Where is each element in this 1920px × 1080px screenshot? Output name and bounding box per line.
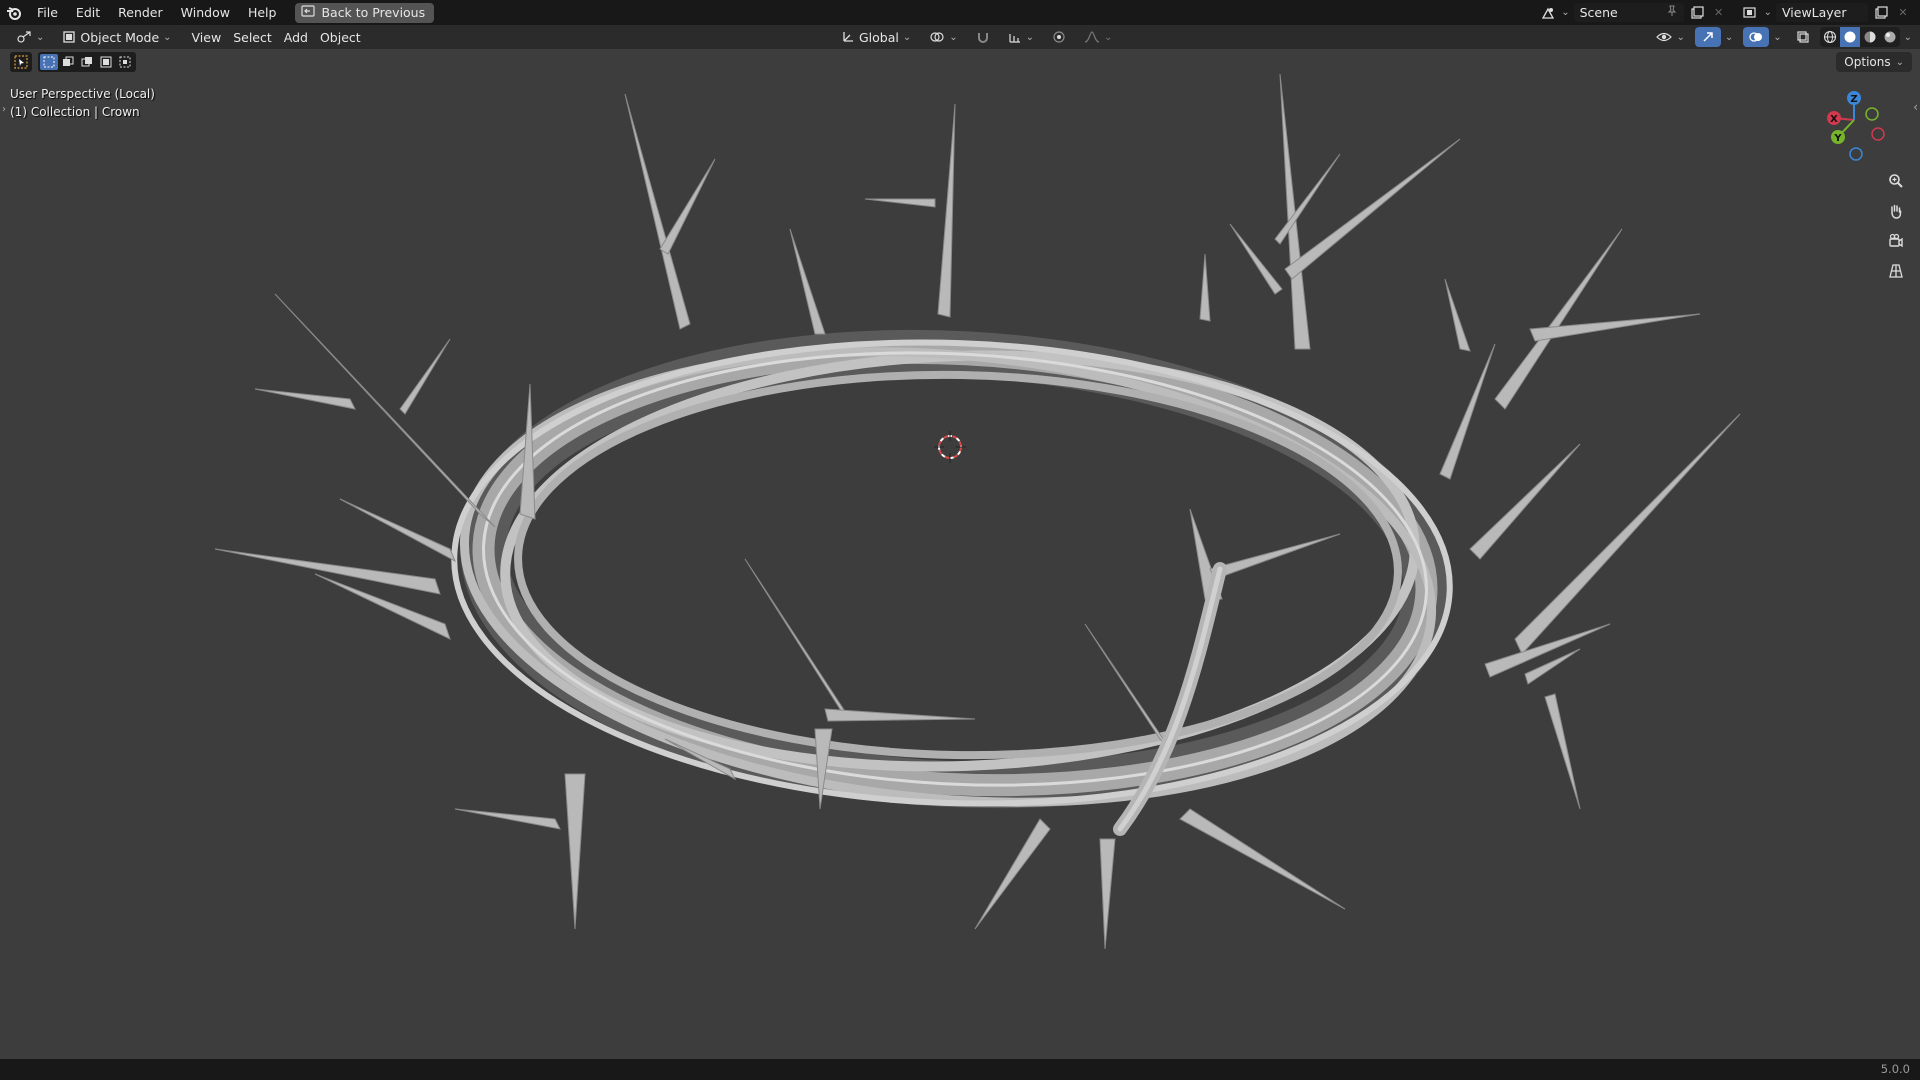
sidebar-expand-arrow-icon[interactable]: ›	[2, 104, 6, 115]
status-bar: 5.0.0	[0, 1059, 1920, 1080]
wireframe-shading-icon[interactable]	[1820, 27, 1840, 47]
3d-cursor-icon	[934, 431, 966, 463]
remove-view-layer-icon[interactable]: ✕	[1894, 4, 1912, 22]
overlays-icon	[1749, 32, 1763, 42]
overlays-toggle[interactable]	[1743, 27, 1770, 47]
sidebar-toggle-icon[interactable]: ‹	[1913, 100, 1918, 114]
select-new-icon[interactable]	[40, 54, 58, 70]
remove-scene-icon[interactable]: ✕	[1710, 4, 1728, 22]
version-label: 5.0.0	[1880, 1062, 1910, 1076]
viewport-info: User Perspective (Local) (1) Collection …	[10, 85, 155, 121]
snap-increment-icon	[1009, 34, 1020, 43]
editor-type-button[interactable]: ⌄	[10, 27, 50, 47]
pin-icon[interactable]	[1666, 5, 1678, 20]
menu-edit[interactable]: Edit	[67, 0, 109, 25]
eye-icon	[1656, 32, 1673, 42]
object-mode-icon	[63, 31, 76, 43]
snap-target-dropdown[interactable]: ⌄	[1002, 27, 1040, 47]
xray-icon	[1797, 31, 1809, 43]
gizmo-neg-x-axis[interactable]	[1871, 127, 1885, 141]
collection-label: (1) Collection | Crown	[10, 105, 140, 119]
back-icon	[301, 5, 316, 20]
proportional-editing-toggle[interactable]	[1046, 27, 1072, 47]
view-layer-icon[interactable]	[1742, 4, 1760, 22]
falloff-curve-icon	[1084, 31, 1100, 43]
options-dropdown[interactable]: Options ⌄	[1836, 52, 1912, 72]
blender-logo-icon[interactable]	[0, 0, 28, 25]
xray-toggle[interactable]	[1790, 27, 1816, 47]
orientation-label: Global	[859, 29, 899, 45]
pan-hand-icon[interactable]	[1884, 199, 1908, 223]
view-layer-name: ViewLayer	[1782, 5, 1847, 20]
menu-window[interactable]: Window	[172, 0, 239, 25]
gizmo-x-label: X	[1830, 114, 1838, 125]
scene-name: Scene	[1579, 5, 1618, 20]
proportional-falloff-dropdown[interactable]: ⌄	[1078, 27, 1118, 47]
pivot-icon	[930, 32, 944, 42]
3d-viewport[interactable]	[0, 49, 1920, 1059]
rendered-shading-icon[interactable]	[1880, 27, 1900, 47]
top-menu-bar: File Edit Render Window Help Back to Pre…	[0, 0, 1920, 25]
navigation-gizmo[interactable]: Z X Y	[1810, 88, 1900, 168]
options-label: Options	[1844, 55, 1891, 69]
3d-viewport-icon	[17, 31, 31, 43]
orientation-dropdown[interactable]: Global ⌄	[835, 27, 917, 47]
back-to-previous-button[interactable]: Back to Previous	[295, 2, 435, 23]
chevron-down-icon: ⌄	[163, 31, 172, 43]
select-extend-icon[interactable]	[59, 54, 77, 70]
crown-of-thorns-model	[214, 73, 1741, 950]
menu-render[interactable]: Render	[109, 0, 172, 25]
menu-view[interactable]: View	[186, 27, 228, 47]
visibility-dropdown[interactable]: ⌄	[1650, 27, 1690, 47]
chevron-down-icon: ⌄	[1895, 56, 1904, 68]
top-right-group: ⌄ Scene ✕ ⌄ ViewLayer ✕	[1539, 0, 1920, 25]
view-layer-dropdown-chevron-icon[interactable]: ⌄	[1764, 7, 1772, 18]
gizmo-y-label: Y	[1833, 133, 1842, 144]
new-scene-icon[interactable]	[1688, 4, 1706, 22]
snap-toggle[interactable]	[970, 27, 996, 47]
shading-dropdown-chevron-icon[interactable]: ⌄	[1904, 32, 1912, 43]
shading-mode-group	[1819, 27, 1900, 47]
gizmo-z-label: Z	[1850, 94, 1857, 105]
overlays-dropdown-chevron-icon[interactable]: ⌄	[1773, 32, 1781, 43]
select-invert-icon[interactable]	[97, 54, 115, 70]
object-mode-label: Object Mode	[80, 29, 160, 45]
new-view-layer-icon[interactable]	[1872, 4, 1890, 22]
select-subtract-icon[interactable]	[78, 54, 96, 70]
transform-tools: Global ⌄ ⌄ ⌄ ⌄	[835, 27, 1118, 47]
gizmo-icon	[1703, 32, 1713, 42]
gizmo-toggle[interactable]	[1694, 27, 1721, 47]
zoom-icon[interactable]	[1884, 169, 1908, 193]
solid-shading-icon[interactable]	[1839, 27, 1860, 47]
back-button-label: Back to Previous	[321, 5, 426, 20]
gizmo-neg-y-axis[interactable]	[1865, 107, 1879, 121]
proportional-edit-icon	[1053, 31, 1065, 43]
gizmo-neg-z-axis[interactable]	[1849, 147, 1863, 161]
viewport-display-tools: ⌄ ⌄ ⌄ ⌄	[1650, 27, 1912, 47]
scene-selector[interactable]: Scene	[1573, 3, 1684, 22]
tool-settings-row	[10, 52, 136, 72]
orientation-icon	[843, 32, 853, 42]
viewport-header: ⌄ Object Mode ⌄ View Select Add Object G…	[0, 25, 1920, 49]
selection-mode-group	[38, 52, 136, 72]
select-intersect-icon[interactable]	[116, 54, 134, 70]
magnet-icon	[977, 33, 988, 43]
active-tool-select-icon[interactable]	[10, 52, 32, 72]
camera-view-icon[interactable]	[1884, 229, 1908, 253]
menu-object[interactable]: Object	[314, 27, 367, 47]
menu-select[interactable]: Select	[227, 27, 278, 47]
perspective-label: User Perspective (Local)	[10, 87, 155, 101]
scene-icon[interactable]	[1539, 4, 1557, 22]
perspective-toggle-grid-icon[interactable]	[1884, 259, 1908, 283]
gizmo-dropdown-chevron-icon[interactable]: ⌄	[1725, 32, 1733, 43]
pivot-point-dropdown[interactable]: ⌄	[923, 27, 963, 47]
menu-add[interactable]: Add	[278, 27, 314, 47]
view-layer-selector[interactable]: ViewLayer	[1776, 3, 1868, 22]
material-preview-shading-icon[interactable]	[1860, 27, 1880, 47]
menu-file[interactable]: File	[28, 0, 67, 25]
menu-help[interactable]: Help	[239, 0, 286, 25]
object-mode-dropdown[interactable]: Object Mode ⌄	[56, 27, 178, 47]
scene-dropdown-chevron-icon[interactable]: ⌄	[1561, 7, 1569, 18]
